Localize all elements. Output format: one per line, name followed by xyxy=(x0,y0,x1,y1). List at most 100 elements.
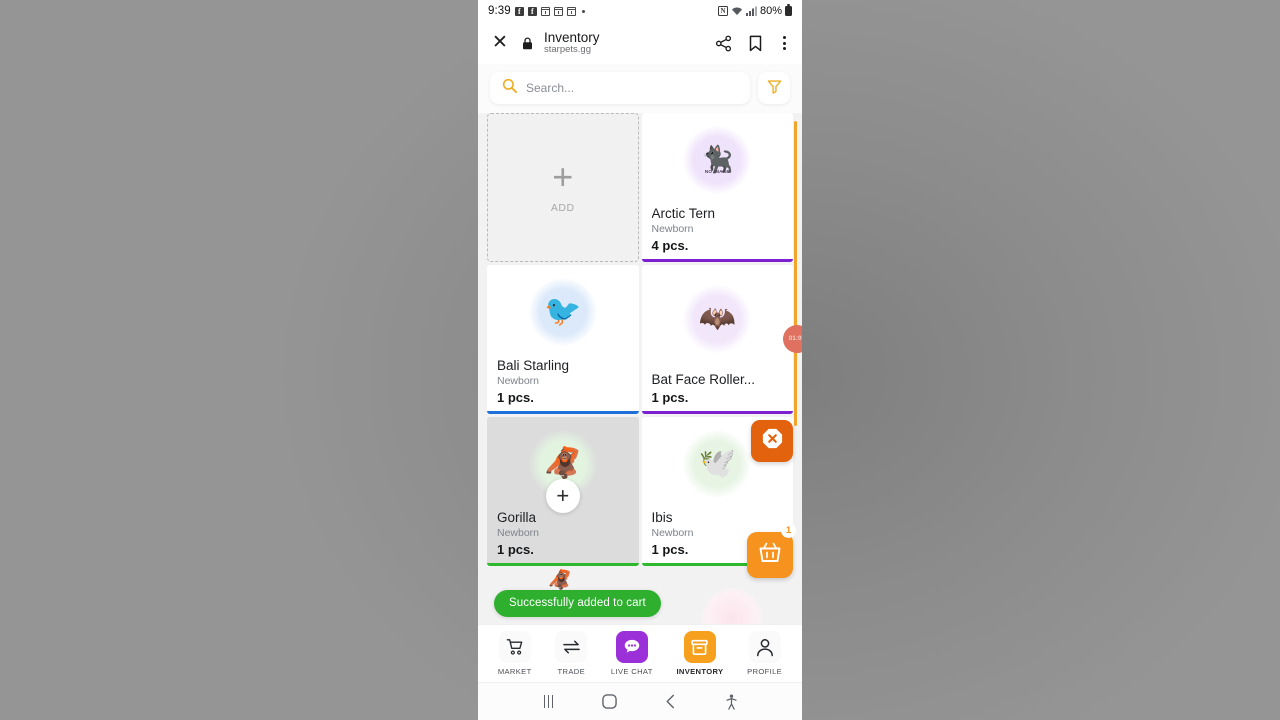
android-nav-bar xyxy=(478,682,802,720)
chat-bubble-icon xyxy=(615,631,648,663)
item-name: Arctic Tern xyxy=(651,206,716,222)
dragged-item-ghost: 🦧 xyxy=(548,570,572,591)
item-rarity-bar xyxy=(641,258,793,262)
item-image-halo: 🐈‍⬛ NO IMAGE xyxy=(683,125,752,194)
ibis-pet-icon: 🕊️ xyxy=(698,446,736,480)
app-icon xyxy=(553,6,563,16)
signal-icon xyxy=(745,6,757,16)
page-title-block: Inventory starpets.gg xyxy=(544,30,705,56)
item-image-halo: 🐦 xyxy=(528,277,597,346)
nav-item-live-chat[interactable]: LIVE CHAT xyxy=(611,631,653,676)
dot-icon xyxy=(581,9,585,13)
item-quantity: 1 pcs. xyxy=(497,542,534,557)
status-bar-clock: 9:39 xyxy=(488,5,511,17)
item-quantity: 1 pcs. xyxy=(497,390,534,405)
item-name: Bali Starling xyxy=(497,358,570,374)
cart-count-badge: 1 xyxy=(781,523,796,538)
page-url: starpets.gg xyxy=(544,44,591,56)
item-info: Gorilla Newborn 1 pcs. xyxy=(487,510,639,566)
item-info: Bali Starling Newborn 1 pcs. xyxy=(487,358,639,414)
lock-icon xyxy=(520,36,534,50)
battery-percent-label: 80% xyxy=(759,5,782,17)
inventory-item-card[interactable]: 🐦 Bali Starling Newborn 1 pcs. xyxy=(487,265,639,414)
search-icon xyxy=(502,78,517,98)
item-image: 🐈‍⬛ NO IMAGE xyxy=(642,113,794,206)
inventory-item-card[interactable]: 🦇 Bat Face Roller... 1 pcs. xyxy=(641,265,794,414)
item-image: 🦇 xyxy=(642,265,794,372)
filter-funnel-icon xyxy=(767,79,782,97)
back-icon[interactable] xyxy=(654,689,688,715)
app-bottom-nav: MARKET TRADE LIVE CHAT INVENTORY PROFILE xyxy=(478,624,802,682)
nav-item-market[interactable]: MARKET xyxy=(498,631,532,676)
recents-icon[interactable] xyxy=(532,689,566,715)
person-icon xyxy=(748,631,781,663)
nav-label: INVENTORY xyxy=(676,667,724,676)
bali-starling-pet-icon: 🐦 xyxy=(544,294,582,328)
swap-arrows-icon xyxy=(555,631,588,663)
browser-header: ✕ Inventory starpets.gg xyxy=(478,22,802,64)
add-item-card[interactable]: + ADD xyxy=(487,113,639,262)
add-to-cart-plus-button[interactable]: + xyxy=(545,479,580,513)
item-age: Newborn xyxy=(651,222,694,235)
item-rarity-bar xyxy=(641,410,793,414)
browser-actions xyxy=(715,34,790,52)
vertical-scrollbar[interactable] xyxy=(793,121,797,426)
search-box[interactable] xyxy=(490,72,750,104)
search-row xyxy=(478,64,802,113)
cart-button[interactable]: 1 xyxy=(747,523,796,578)
gorilla-pet-icon: 🦧 xyxy=(544,446,582,480)
facebook-icon: f xyxy=(527,6,537,16)
inventory-scroll-area[interactable]: + ADD 🐈‍⬛ NO IMAGE Arctic Te xyxy=(478,113,802,624)
home-icon[interactable] xyxy=(593,689,627,715)
inventory-box-icon xyxy=(683,631,716,663)
app-icon xyxy=(540,6,550,16)
shopping-basket-icon xyxy=(758,541,782,570)
item-age: Newborn xyxy=(497,374,540,387)
nav-label: TRADE xyxy=(557,667,585,676)
page-title: Inventory xyxy=(544,30,600,46)
android-status-bar: 9:39 f f N 80% xyxy=(478,0,802,22)
wifi-icon xyxy=(731,7,742,15)
add-card-label: ADD xyxy=(550,201,575,214)
bookmark-icon[interactable] xyxy=(748,35,763,52)
toast-message: Successfully added to cart xyxy=(494,590,661,617)
next-row-item-peek xyxy=(702,588,762,624)
filter-button[interactable] xyxy=(758,72,790,104)
search-input[interactable] xyxy=(526,81,738,95)
webview-content: + ADD 🐈‍⬛ NO IMAGE Arctic Te xyxy=(478,64,802,682)
item-image: 🐦 xyxy=(487,265,639,358)
nav-label: LIVE CHAT xyxy=(610,667,653,676)
close-selection-button[interactable] xyxy=(751,420,793,462)
nav-item-profile[interactable]: PROFILE xyxy=(747,631,782,676)
item-quantity: 4 pcs. xyxy=(651,238,689,253)
nav-label: MARKET xyxy=(497,667,532,676)
phone-screen: 9:39 f f N 80% ✕ Inventory starpets.gg S… xyxy=(478,0,802,720)
shopping-cart-icon xyxy=(498,631,531,663)
close-button[interactable]: ✕ xyxy=(490,33,510,53)
share-icon[interactable] xyxy=(715,35,732,52)
accessibility-icon[interactable] xyxy=(715,689,749,715)
inventory-item-card[interactable]: 🐈‍⬛ NO IMAGE Arctic Tern Newborn 4 pcs. xyxy=(641,113,794,262)
item-info: Arctic Tern Newborn 4 pcs. xyxy=(642,206,794,262)
app-icon xyxy=(566,6,576,16)
facebook-icon: f xyxy=(514,6,524,16)
item-rarity-bar xyxy=(487,410,639,414)
item-name: Bat Face Roller... xyxy=(651,372,756,388)
item-image-halo: 🦇 xyxy=(683,284,752,353)
nav-item-inventory[interactable]: INVENTORY xyxy=(676,631,723,676)
nfc-icon: N xyxy=(717,6,728,16)
status-bar-left: 9:39 f f xyxy=(488,5,585,17)
close-octagon-icon xyxy=(761,427,784,455)
item-image-halo: 🕊️ xyxy=(683,429,752,498)
overflow-menu-icon[interactable] xyxy=(779,34,790,52)
item-quantity: 1 pcs. xyxy=(651,390,689,405)
battery-icon xyxy=(785,4,792,16)
no-image-label: NO IMAGE xyxy=(704,168,730,174)
inventory-grid: + ADD 🐈‍⬛ NO IMAGE Arctic Te xyxy=(478,113,802,566)
item-rarity-bar xyxy=(487,562,639,566)
no-image-placeholder: 🐈‍⬛ NO IMAGE xyxy=(701,146,733,174)
nav-item-trade[interactable]: TRADE xyxy=(555,631,588,676)
status-bar-right: N 80% xyxy=(717,4,792,17)
item-age: Newborn xyxy=(497,526,540,539)
inventory-item-card[interactable]: 🦧 + Gorilla Newborn 1 pcs. xyxy=(487,417,639,566)
